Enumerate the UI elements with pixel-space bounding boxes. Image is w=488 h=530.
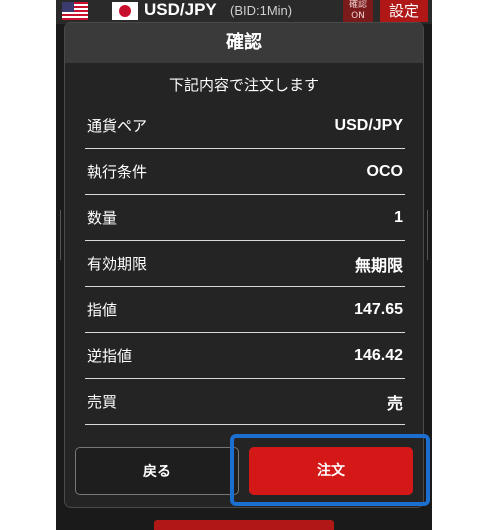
detail-value: 売 bbox=[386, 395, 403, 413]
detail-label: 数量 bbox=[87, 209, 118, 227]
detail-label: 売買 bbox=[87, 393, 118, 411]
detail-label: 通貨ペア bbox=[87, 117, 148, 135]
dialog-message: 下記内容で注文します bbox=[168, 76, 319, 94]
detail-value: 無期限 bbox=[354, 257, 403, 275]
detail-row-stop-price: 逆指値 146.42 bbox=[85, 333, 405, 379]
dialog-title: 確認 bbox=[65, 23, 423, 63]
confirm-toggle-button[interactable]: 確認 ON bbox=[343, 0, 373, 22]
detail-row-limit-price: 指値 147.65 bbox=[85, 287, 405, 333]
focus-highlight-outline bbox=[230, 434, 430, 506]
detail-value: 147.65 bbox=[354, 300, 403, 318]
top-bar: USD/JPY (BID:1Min) 確認 ON 設定 bbox=[56, 0, 432, 24]
order-details: 通貨ペア USD/JPY 執行条件 OCO 数量 1 有効期限 無期限 指値 1… bbox=[85, 103, 405, 425]
detail-value: OCO bbox=[366, 162, 403, 180]
detail-value: 1 bbox=[394, 208, 403, 226]
detail-label: 執行条件 bbox=[87, 163, 148, 181]
confirm-toggle-label: 確認 bbox=[348, 0, 367, 10]
price-type-label: (BID:1Min) bbox=[230, 3, 293, 18]
detail-label: 指値 bbox=[87, 301, 118, 319]
detail-row-quantity: 数量 1 bbox=[85, 195, 405, 241]
detail-row-side: 売買 売 bbox=[85, 379, 405, 425]
jp-flag-icon bbox=[112, 2, 138, 20]
back-button[interactable]: 戻る bbox=[75, 447, 239, 495]
detail-row-execution-condition: 執行条件 OCO bbox=[85, 149, 405, 195]
currency-pair-title: USD/JPY bbox=[144, 0, 217, 19]
detail-label: 逆指値 bbox=[87, 347, 133, 365]
detail-row-expiry: 有効期限 無期限 bbox=[85, 241, 405, 287]
detail-value: 146.42 bbox=[354, 346, 403, 364]
detail-label: 有効期限 bbox=[87, 255, 148, 273]
background-order-button bbox=[154, 520, 334, 530]
settings-button[interactable]: 設定 bbox=[380, 0, 428, 22]
detail-row-currency-pair: 通貨ペア USD/JPY bbox=[85, 103, 405, 149]
us-flag-icon bbox=[62, 2, 88, 20]
confirm-toggle-state: ON bbox=[351, 11, 365, 21]
detail-value: USD/JPY bbox=[334, 116, 403, 134]
